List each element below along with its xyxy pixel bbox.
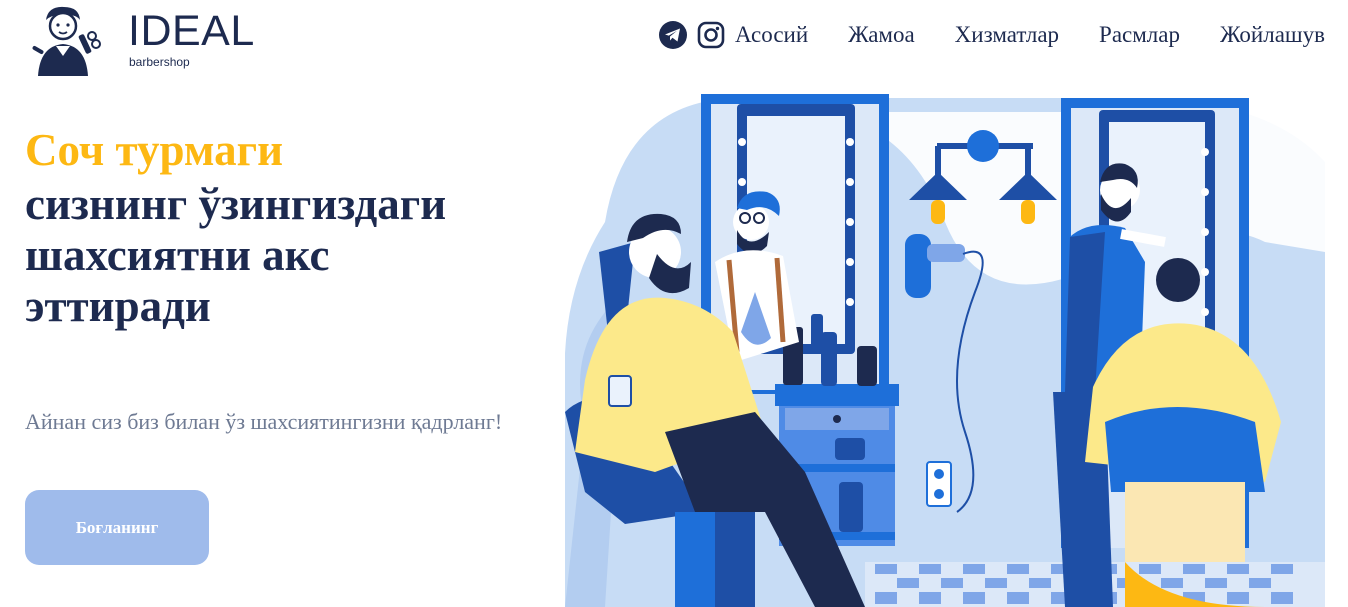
brand-tagline: barbershop — [129, 55, 190, 69]
nav-link-location[interactable]: Жойлашув — [1220, 22, 1325, 48]
main-nav: Асосий Жамоа Хизматлар Расмлар Жойлашув — [659, 20, 1325, 50]
instagram-icon[interactable] — [697, 21, 725, 49]
hero-accent-title: Соч турмаги — [25, 125, 284, 175]
hero-lead-text: Айнан сиз биз билан ўз шахсиятингизни қа… — [25, 409, 503, 434]
barbershop-illustration — [565, 94, 1325, 607]
brand-name: IDEAL — [128, 7, 255, 55]
nav-link-services[interactable]: Хизматлар — [955, 22, 1059, 48]
hero-heading: Соч турмаги сизнинг ўзингиздаги шахсиятн… — [25, 122, 545, 331]
nav-links: Асосий Жамоа Хизматлар Расмлар Жойлашув — [735, 22, 1325, 48]
nav-link-gallery[interactable]: Расмлар — [1099, 22, 1180, 48]
brand-logo[interactable]: IDEAL barbershop — [24, 4, 254, 76]
barber-mascot-icon — [32, 6, 101, 76]
nav-link-home[interactable]: Асосий — [735, 22, 808, 48]
hero-title-line: шахсиятни акс — [25, 230, 330, 280]
hero-title-line: эттиради — [25, 281, 211, 331]
contact-button[interactable]: Боғланинг — [25, 490, 209, 565]
hero-title: сизнинг ўзингиздаги шахсиятни акс эттира… — [25, 180, 545, 331]
telegram-icon[interactable] — [659, 21, 687, 49]
nav-link-team[interactable]: Жамоа — [848, 22, 915, 48]
hero-title-line: сизнинг ўзингиздаги — [25, 179, 447, 229]
